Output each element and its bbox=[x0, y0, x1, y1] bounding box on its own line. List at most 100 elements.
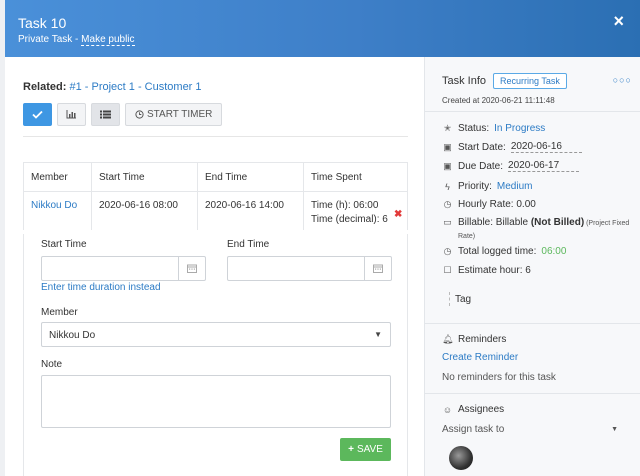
logged-time-label: Total logged time: bbox=[458, 246, 537, 257]
bell-icon: 🔔︎ bbox=[442, 334, 454, 344]
task-info-title: Task Info bbox=[442, 75, 487, 87]
related-project-link[interactable]: #1 - Project 1 - Customer 1 bbox=[69, 81, 201, 93]
note-textarea[interactable] bbox=[41, 375, 391, 428]
square-icon: ☐ bbox=[443, 265, 452, 275]
mark-complete-button[interactable] bbox=[23, 103, 52, 126]
priority-label: Priority: bbox=[458, 181, 492, 192]
calendar-icon[interactable] bbox=[364, 257, 391, 280]
start-time-label: Start Time bbox=[41, 239, 87, 250]
create-reminder-link[interactable]: Create Reminder bbox=[442, 352, 518, 363]
due-date-value[interactable]: 2020-06-17 bbox=[508, 160, 580, 172]
reminders-title: Reminders bbox=[458, 334, 507, 345]
tag-input[interactable]: Tag bbox=[449, 292, 471, 306]
table-header-row: Member Start Time End Time Time Spent bbox=[23, 162, 408, 192]
col-time-spent: Time Spent bbox=[303, 162, 408, 192]
tag-placeholder: Tag bbox=[455, 293, 472, 305]
delete-icon[interactable]: ✖ bbox=[394, 209, 402, 220]
save-button[interactable]: + SAVE bbox=[340, 438, 391, 461]
priority-value[interactable]: Medium bbox=[497, 181, 533, 192]
plus-icon: + bbox=[348, 444, 354, 455]
reminders-header: 🔔︎ Reminders bbox=[442, 334, 506, 345]
status-label: Status: bbox=[458, 123, 490, 134]
bolt-icon: ϟ bbox=[445, 181, 450, 192]
hourly-rate-row: ◷ Hourly Rate: 0.00 bbox=[442, 199, 536, 210]
hourly-rate: Hourly Rate: 0.00 bbox=[458, 199, 536, 210]
start-date-row: ▣ Start Date: 2020-06-16 bbox=[442, 141, 582, 153]
billable-status: (Not Billed) bbox=[530, 217, 585, 228]
billable-row: ▭ Billable: Billable (Not Billed) (Proje… bbox=[442, 217, 633, 243]
divider bbox=[425, 111, 640, 112]
assign-placeholder: Assign task to bbox=[442, 424, 505, 435]
privacy-label: Private Task - bbox=[18, 34, 82, 45]
start-time-input[interactable] bbox=[41, 256, 206, 281]
divider bbox=[425, 393, 640, 394]
timesheets-button[interactable] bbox=[91, 103, 120, 126]
caret-down-icon: ▼ bbox=[374, 330, 382, 339]
recurring-badge: Recurring Task bbox=[493, 73, 567, 89]
time-decimal: Time (decimal): 6 bbox=[311, 214, 388, 225]
status-value[interactable]: In Progress bbox=[494, 123, 545, 134]
task-title: Task 10 bbox=[18, 15, 67, 31]
list-icon bbox=[100, 110, 111, 119]
assignees-title: Assignees bbox=[458, 404, 505, 415]
task-info-sidebar: Task Info Recurring Task ○○○ Created at … bbox=[424, 57, 640, 476]
clock-icon bbox=[135, 110, 144, 119]
calendar-plus-icon: ▣ bbox=[443, 141, 452, 152]
billable-prefix: Billable: Billable bbox=[458, 217, 531, 228]
end-time-cell: 2020-06-16 14:00 bbox=[197, 191, 304, 230]
time-spent-cell: Time (h): 06:00 Time (decimal): 6 bbox=[303, 191, 408, 230]
more-options-icon[interactable]: ○○○ bbox=[613, 75, 632, 85]
statistics-button[interactable] bbox=[57, 103, 86, 126]
star-half-icon: ✭ bbox=[443, 123, 452, 133]
timesheet-table: Member Start Time End Time Time Spent Ni… bbox=[23, 162, 408, 230]
created-date: Created at 2020-06-21 11:11:48 bbox=[442, 96, 555, 105]
duration-link[interactable]: Enter time duration instead bbox=[41, 282, 161, 293]
bar-chart-icon bbox=[66, 110, 76, 119]
time-hours: Time (h): 06:00 bbox=[311, 200, 379, 211]
end-time-label: End Time bbox=[227, 239, 270, 250]
table-row: Nikkou Do 2020-06-16 08:00 2020-06-16 14… bbox=[23, 191, 408, 230]
check-icon bbox=[32, 110, 43, 119]
priority-row: ϟ Priority: Medium bbox=[442, 181, 532, 192]
calendar-check-icon: ▣ bbox=[443, 160, 452, 171]
modal-header: Task 10 Private Task - Make public × bbox=[5, 0, 640, 57]
due-date-label: Due Date: bbox=[458, 160, 504, 172]
make-public-link[interactable]: Make public bbox=[81, 34, 135, 46]
timesheet-edit-form: Start Time End Time Enter time duration … bbox=[23, 234, 408, 476]
logged-time-value: 06:00 bbox=[541, 246, 567, 257]
member-select[interactable]: Nikkou Do ▼ bbox=[41, 322, 391, 347]
divider bbox=[425, 323, 640, 324]
member-link[interactable]: Nikkou Do bbox=[31, 200, 77, 211]
status-row: ✭ Status: In Progress bbox=[442, 123, 546, 134]
credit-card-icon: ▭ bbox=[443, 217, 452, 227]
start-date-value[interactable]: 2020-06-16 bbox=[510, 141, 582, 153]
assign-select[interactable]: Assign task to ▼ bbox=[442, 424, 618, 435]
col-start-time: Start Time bbox=[91, 162, 198, 192]
end-time-input[interactable] bbox=[227, 256, 392, 281]
member-label: Member bbox=[41, 307, 78, 318]
calendar-icon[interactable] bbox=[178, 257, 205, 280]
member-select-value: Nikkou Do bbox=[49, 330, 96, 341]
no-reminders-text: No reminders for this task bbox=[442, 372, 556, 383]
related-line: Related: #1 - Project 1 - Customer 1 bbox=[23, 81, 424, 93]
assignees-header: ☺ Assignees bbox=[442, 404, 504, 415]
close-icon[interactable]: × bbox=[613, 12, 624, 30]
clock-icon: ◷ bbox=[443, 246, 452, 256]
clock-icon: ◷ bbox=[443, 199, 452, 209]
due-date-row: ▣ Due Date: 2020-06-17 bbox=[442, 160, 580, 172]
start-date-label: Start Date: bbox=[458, 141, 506, 153]
user-icon: ☺ bbox=[442, 404, 453, 415]
related-label: Related: bbox=[23, 81, 67, 93]
logged-time-row: ◷ Total logged time: 06:00 bbox=[442, 246, 567, 257]
estimate-hour: Estimate hour: 6 bbox=[458, 265, 531, 276]
task-info-header: Task Info Recurring Task bbox=[442, 73, 640, 89]
start-timer-button[interactable]: START TIMER bbox=[125, 103, 223, 126]
note-label: Note bbox=[41, 359, 63, 370]
avatar[interactable] bbox=[449, 446, 473, 470]
col-end-time: End Time bbox=[197, 162, 304, 192]
task-modal: Task 10 Private Task - Make public × Rel… bbox=[5, 0, 640, 476]
caret-down-icon: ▼ bbox=[611, 426, 618, 433]
billable-text: Billable: Billable (Not Billed) (Project… bbox=[458, 217, 633, 243]
start-timer-label: START TIMER bbox=[147, 109, 213, 120]
start-time-cell: 2020-06-16 08:00 bbox=[91, 191, 198, 230]
